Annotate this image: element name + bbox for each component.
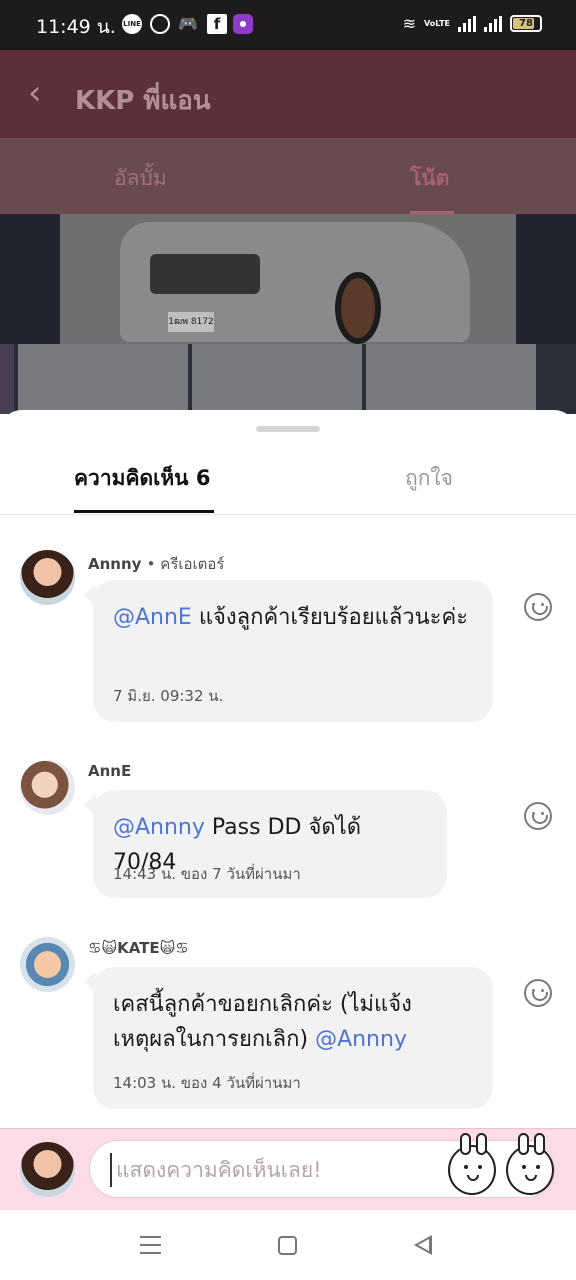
comment-time: 14:03 น. ของ 4 วันที่ผ่านมา [113,1074,301,1092]
comment-time: 14:43 น. ของ 7 วันที่ผ่านมา [113,865,301,883]
mention-link[interactable]: @Annny [315,1027,407,1052]
sheet-drag-handle[interactable] [256,426,320,432]
license-plate: 1ฒพ 8172 [168,312,214,332]
author-name: Annny [88,555,142,573]
comment-author[interactable]: Annny • ครีเอเตอร์ [88,552,224,576]
signal-icon [484,15,502,32]
comment-input[interactable] [110,1153,430,1187]
divider [0,514,576,515]
mention-link[interactable]: @Annny [113,815,205,840]
comment-bubble[interactable]: @AnnE แจ้งลูกค้าเรียบร้อยแล้วนะค่ะ 7 มิ.… [93,580,493,722]
battery-icon: 78 [510,15,542,32]
tab-comments[interactable]: ความคิดเห็น 6 [74,462,210,495]
note-photo: 1ฒพ 8172 [0,214,576,344]
comment-body: แจ้งลูกค้าเรียบร้อยแล้วนะค่ะ [191,605,469,630]
back-arrow-icon[interactable]: ‹ [28,76,42,110]
comment-text: @AnnE แจ้งลูกค้าเรียบร้อยแล้วนะค่ะ [113,600,473,635]
comment-author[interactable]: AnnE [88,762,131,780]
avatar[interactable] [20,550,75,605]
page-title: KKP พี่แอน [75,86,211,116]
back-icon[interactable] [414,1235,432,1255]
header-tabs: อัลบั้ม โน้ต [0,138,576,214]
author-name: AnnE [88,762,132,780]
reaction-smiley-icon[interactable] [524,593,552,621]
reaction-smiley-icon[interactable] [524,802,552,830]
messenger-icon [150,14,170,34]
tab-comments-underline [74,510,214,513]
tab-note[interactable]: โน้ต [410,162,449,195]
comment-bubble[interactable]: @Annny Pass DD จัดได้ 70/84 14:43 น. ของ… [93,790,447,898]
signal-icon [458,15,476,32]
comment-text: เคสนี้ลูกค้าขอยกเลิกค่ะ (ไม่แจ้งเหตุผลใน… [113,987,473,1057]
app-bar: ‹ KKP พี่แอน [0,50,576,138]
sticker-brown-cony-icon[interactable] [448,1133,496,1195]
wifi-icon: ≋ [402,14,417,33]
system-nav-bar [0,1210,576,1280]
comment-input-bar [0,1128,576,1210]
menu-icon[interactable] [140,1236,161,1254]
comment-input-container[interactable] [89,1133,555,1198]
mention-link[interactable]: @AnnE [113,605,192,630]
avatar[interactable] [20,937,75,992]
comment-author[interactable]: ♋🙀KATE🙀♋ [88,939,189,957]
status-right: ≋ VoLTE 78 [403,14,542,33]
battery-level: 78 [519,18,533,29]
home-icon[interactable] [278,1236,297,1255]
author-role: • ครีเอเตอร์ [146,555,225,573]
status-bar: 11:49 น. LINE 🎮 f ● ≋ VoLTE 78 [0,0,576,50]
status-time: 11:49 น. [36,16,116,38]
line-icon: LINE [122,14,142,34]
tab-likes[interactable]: ถูกใจ [405,462,453,495]
tab-album[interactable]: อัลบั้ม [114,162,167,195]
document-thumbnails [0,344,576,414]
my-avatar [20,1142,75,1197]
comment-bubble[interactable]: เคสนี้ลูกค้าขอยกเลิกค่ะ (ไม่แจ้งเหตุผลใน… [93,967,493,1109]
facebook-icon: f [207,14,227,34]
author-name: ♋🙀KATE🙀♋ [88,939,189,957]
game-icon: 🎮 [178,14,198,33]
volte-label: VoLTE [424,18,450,28]
avatar[interactable] [20,760,75,815]
comment-time: 7 มิ.ย. 09:32 น. [113,687,224,705]
app-icon: ● [233,14,253,34]
reaction-smiley-icon[interactable] [524,979,552,1007]
sticker-cony-icon[interactable] [506,1133,554,1195]
